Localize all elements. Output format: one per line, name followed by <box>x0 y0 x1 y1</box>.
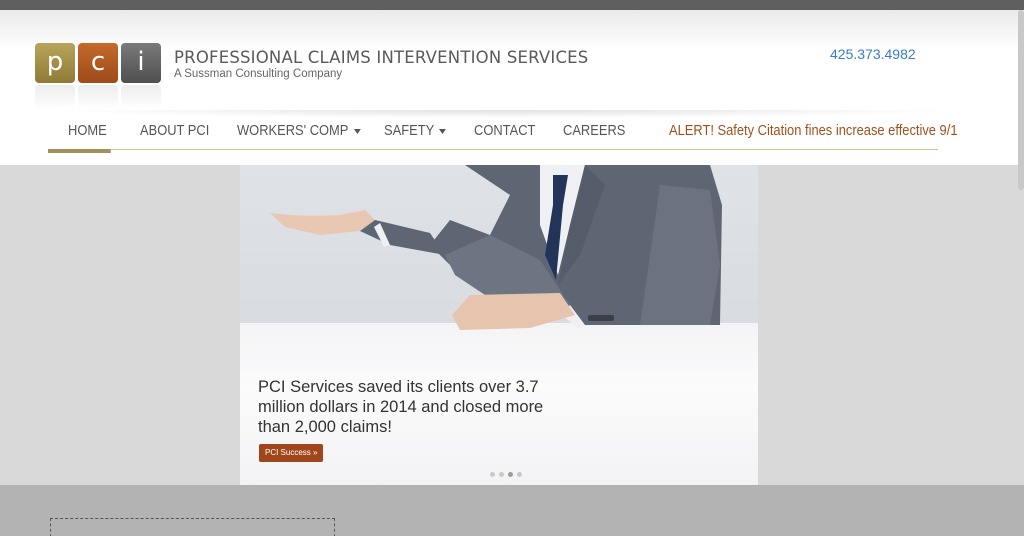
main-nav: HOME ABOUT PCI WORKERS' COMP SAFETY CONT… <box>48 114 958 154</box>
nav-label: CONTACT <box>474 122 536 139</box>
logo-tile-p: p <box>35 43 75 83</box>
site-header: p c i PROFESSIONAL CLAIMS INTERVENTION S… <box>0 10 1024 165</box>
nav-label: CAREERS <box>563 122 626 139</box>
company-name: PROFESSIONAL CLAIMS INTERVENTION SERVICE… <box>174 48 589 67</box>
logo-reflection <box>121 85 161 109</box>
nav-divider <box>48 149 938 150</box>
nav-item-home[interactable]: HOME <box>68 122 107 139</box>
browser-top-bar <box>0 0 1024 10</box>
slider-dot-active[interactable] <box>508 472 513 477</box>
nav-item-about[interactable]: ABOUT PCI <box>140 122 209 139</box>
hero-businessman-image <box>270 165 722 330</box>
nav-active-indicator <box>48 149 111 153</box>
nav-item-contact[interactable]: CONTACT <box>474 122 535 139</box>
content-box <box>50 518 335 536</box>
page-scrollbar[interactable] <box>1018 10 1024 190</box>
nav-label: ABOUT PCI <box>140 122 210 139</box>
slider-pagination <box>490 472 526 480</box>
phone-link[interactable]: 425.373.4982 <box>830 46 916 62</box>
company-block: PROFESSIONAL CLAIMS INTERVENTION SERVICE… <box>174 48 588 80</box>
pci-logo[interactable]: p c i <box>35 43 162 113</box>
pci-success-button[interactable]: PCI Success » <box>259 444 324 462</box>
hero-slider: PCI Services saved its clients over 3.7 … <box>240 165 758 485</box>
slider-dot[interactable] <box>517 472 522 477</box>
slider-dot[interactable] <box>490 472 495 477</box>
nav-alert-link[interactable]: ALERT! Safety Citation fines increase ef… <box>669 122 958 139</box>
nav-item-workers-comp[interactable]: WORKERS' COMP <box>237 122 361 139</box>
nav-alert-label: ALERT! Safety Citation fines increase ef… <box>669 122 958 139</box>
logo-tile-c: c <box>78 43 118 83</box>
caret-down-icon <box>439 128 447 134</box>
hero-headline: PCI Services saved its clients over 3.7 … <box>258 378 544 436</box>
company-tagline: A Sussman Consulting Company <box>174 68 343 80</box>
nav-label: HOME <box>68 122 107 139</box>
logo-tile-i: i <box>121 43 161 83</box>
nav-label: SAFETY <box>384 122 435 139</box>
logo-reflection <box>78 85 118 109</box>
slider-dot[interactable] <box>499 472 504 477</box>
logo-reflection <box>35 85 75 109</box>
caret-down-icon <box>353 128 361 134</box>
nav-label: WORKERS' COMP <box>237 122 349 139</box>
nav-item-safety[interactable]: SAFETY <box>384 122 447 139</box>
nav-item-careers[interactable]: CAREERS <box>563 122 625 139</box>
